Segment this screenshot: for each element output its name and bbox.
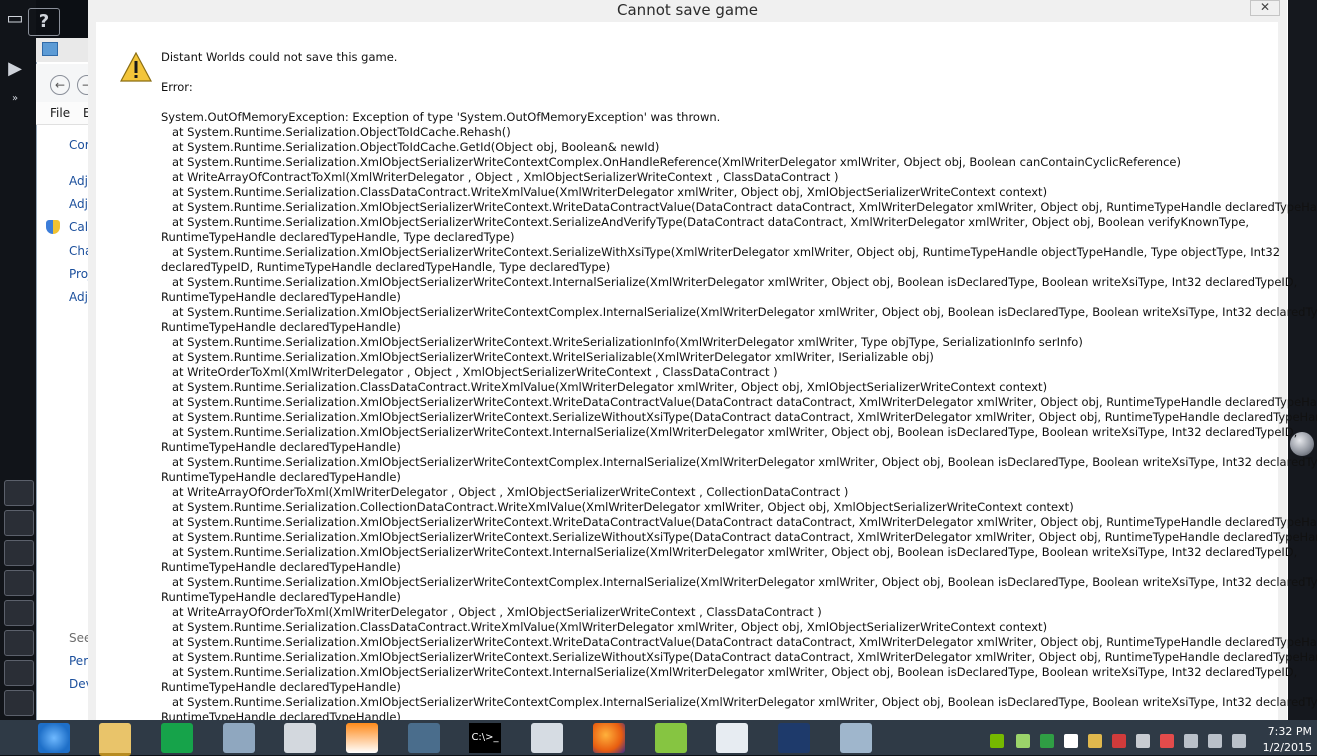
sidebar-link[interactable]: Adj <box>69 197 88 211</box>
stack-trace-line: at System.Runtime.Serialization.Collecti… <box>161 500 1074 514</box>
checkmark-icon[interactable] <box>1040 734 1054 748</box>
dialog-border <box>1278 22 1287 720</box>
stack-trace-line: RuntimeTypeHandle declaredTypeHandle) <box>161 680 401 694</box>
stack-trace-line: at System.Runtime.Serialization.XmlObjec… <box>161 515 1317 529</box>
stack-trace-line: RuntimeTypeHandle declaredTypeHandle) <box>161 590 401 604</box>
tool-icon[interactable] <box>284 723 316 753</box>
stack-trace-line: at System.Runtime.Serialization.ClassDat… <box>161 620 1048 634</box>
shield-icon <box>46 220 60 234</box>
clock-date[interactable]: 1/2/2015 <box>1262 741 1312 754</box>
alien-icon[interactable] <box>4 600 34 626</box>
help-icon[interactable]: ? <box>28 8 60 36</box>
stack-trace-line: at System.Runtime.Serialization.XmlObjec… <box>161 650 1317 664</box>
stack-trace-line: at System.Runtime.Serialization.XmlObjec… <box>161 305 1317 319</box>
stack-trace-line: at System.Runtime.Serialization.XmlObjec… <box>161 425 1298 439</box>
stack-trace-line: at System.Runtime.Serialization.ObjectTo… <box>161 125 511 139</box>
stack-trace-line: declaredTypeID, RuntimeTypeHandle declar… <box>161 260 611 274</box>
internet-explorer-icon[interactable] <box>38 723 70 753</box>
stack-trace-line: at System.Runtime.Serialization.XmlObjec… <box>161 530 1317 544</box>
menu-file[interactable]: File <box>50 106 70 120</box>
volume-icon[interactable] <box>1208 734 1222 748</box>
control-panel-icon[interactable] <box>223 723 255 753</box>
stack-trace-line: at System.Runtime.Serialization.XmlObjec… <box>161 575 1317 589</box>
computer-icon <box>42 42 58 56</box>
tray-icon[interactable] <box>1112 734 1126 748</box>
stack-trace-line: at WriteOrderToXml(XmlWriterDelegator , … <box>161 365 778 379</box>
stack-trace-line: at System.Runtime.Serialization.XmlObjec… <box>161 635 1317 649</box>
background-window-titlebar <box>36 38 92 62</box>
sidebar-link[interactable]: Cor <box>69 138 90 152</box>
game-right-panel <box>1287 0 1317 720</box>
crosshair-icon[interactable] <box>4 540 34 566</box>
game-sidebar: ▭ ? ▶ » <box>0 0 60 755</box>
app-icon[interactable] <box>655 723 687 753</box>
clock-time[interactable]: 7:32 PM <box>1262 725 1312 738</box>
tray-icon[interactable] <box>1136 734 1150 748</box>
stack-trace-line: RuntimeTypeHandle declaredTypeHandle, Ty… <box>161 230 515 244</box>
fleet-icon[interactable] <box>4 690 34 716</box>
app-icon[interactable] <box>408 723 440 753</box>
dialog-content: Distant Worlds could not save this game.… <box>161 50 1317 755</box>
stack-trace-line: RuntimeTypeHandle declaredTypeHandle) <box>161 440 401 454</box>
troops-icon[interactable] <box>4 660 34 686</box>
stack-trace-line: at System.Runtime.Serialization.ClassDat… <box>161 380 1048 394</box>
error-message: Distant Worlds could not save this game. <box>161 50 398 64</box>
alien-icon[interactable] <box>4 630 34 656</box>
stack-trace-line: at System.Runtime.Serialization.XmlObjec… <box>161 350 934 364</box>
calculator-icon[interactable] <box>531 723 563 753</box>
tray-icon[interactable] <box>1016 734 1030 748</box>
stack-trace-line: at System.Runtime.Serialization.XmlObjec… <box>161 215 1250 229</box>
stack-trace-line: at System.Runtime.Serialization.XmlObjec… <box>161 335 1083 349</box>
stack-trace-line: at System.Runtime.Serialization.XmlObjec… <box>161 245 1281 259</box>
stack-trace-line: at System.Runtime.Serialization.ObjectTo… <box>161 140 660 154</box>
stack-trace-line: at System.Runtime.Serialization.XmlObjec… <box>161 410 1317 424</box>
app-icon[interactable] <box>716 723 748 753</box>
command-prompt-icon[interactable]: C:\>_ <box>469 723 501 753</box>
flag-icon[interactable] <box>1232 734 1246 748</box>
stack-trace-line: at WriteArrayOfContractToXml(XmlWriterDe… <box>161 170 839 184</box>
stack-trace-line: at System.Runtime.Serialization.XmlObjec… <box>161 455 1317 469</box>
file-explorer-icon[interactable] <box>99 723 131 756</box>
stack-trace-line: at System.Runtime.Serialization.XmlObjec… <box>161 155 1181 169</box>
sidebar-link[interactable]: Adj <box>69 290 88 304</box>
close-button[interactable]: ✕ <box>1250 0 1280 16</box>
nvidia-icon[interactable] <box>990 734 1004 748</box>
signal-icon[interactable] <box>1184 734 1198 748</box>
stack-trace-line: System.OutOfMemoryException: Exception o… <box>161 110 721 124</box>
stack-trace-line: at System.Runtime.Serialization.XmlObjec… <box>161 695 1317 709</box>
stack-trace-line: at System.Runtime.Serialization.XmlObjec… <box>161 200 1317 214</box>
stack-trace-line: RuntimeTypeHandle declaredTypeHandle) <box>161 470 401 484</box>
app-icon[interactable] <box>840 723 872 753</box>
ship-icon[interactable] <box>4 570 34 596</box>
game-menu-icon[interactable]: ▭ <box>0 6 30 32</box>
game-icon[interactable] <box>778 723 810 753</box>
back-icon[interactable]: ← <box>50 75 70 95</box>
stack-trace-line: at System.Runtime.Serialization.XmlObjec… <box>161 395 1317 409</box>
stack-trace-line: at System.Runtime.Serialization.XmlObjec… <box>161 275 1298 289</box>
stack-trace-line: at System.Runtime.Serialization.XmlObjec… <box>161 545 1298 559</box>
planet-icon[interactable] <box>4 510 34 536</box>
firefox-icon[interactable] <box>593 723 625 753</box>
vlc-icon[interactable] <box>346 723 378 753</box>
stack-trace-line: at WriteArrayOfOrderToXml(XmlWriterDeleg… <box>161 605 822 619</box>
store-icon[interactable] <box>161 723 193 753</box>
dialog-title: Cannot save game <box>617 1 758 19</box>
font-icon[interactable] <box>1064 734 1078 748</box>
lock-icon[interactable] <box>4 480 34 506</box>
play-icon[interactable]: ▶ <box>0 56 30 82</box>
stack-trace-line: at WriteArrayOfOrderToXml(XmlWriterDeleg… <box>161 485 849 499</box>
speaker-icon[interactable] <box>1160 734 1174 748</box>
stack-trace: System.OutOfMemoryException: Exception o… <box>161 110 1317 755</box>
error-label: Error: <box>161 80 193 94</box>
tray-icon[interactable] <box>1088 734 1102 748</box>
stack-trace-line: at System.Runtime.Serialization.ClassDat… <box>161 185 1048 199</box>
dialog-border <box>88 22 96 720</box>
speed-icon[interactable]: » <box>0 86 30 112</box>
stack-trace-line: RuntimeTypeHandle declaredTypeHandle) <box>161 320 401 334</box>
stack-trace-line: RuntimeTypeHandle declaredTypeHandle) <box>161 290 401 304</box>
stack-trace-line: RuntimeTypeHandle declaredTypeHandle) <box>161 560 401 574</box>
sidebar-link[interactable]: Adj <box>69 174 88 188</box>
stack-trace-line: at System.Runtime.Serialization.XmlObjec… <box>161 665 1298 679</box>
warning-icon <box>120 52 152 82</box>
